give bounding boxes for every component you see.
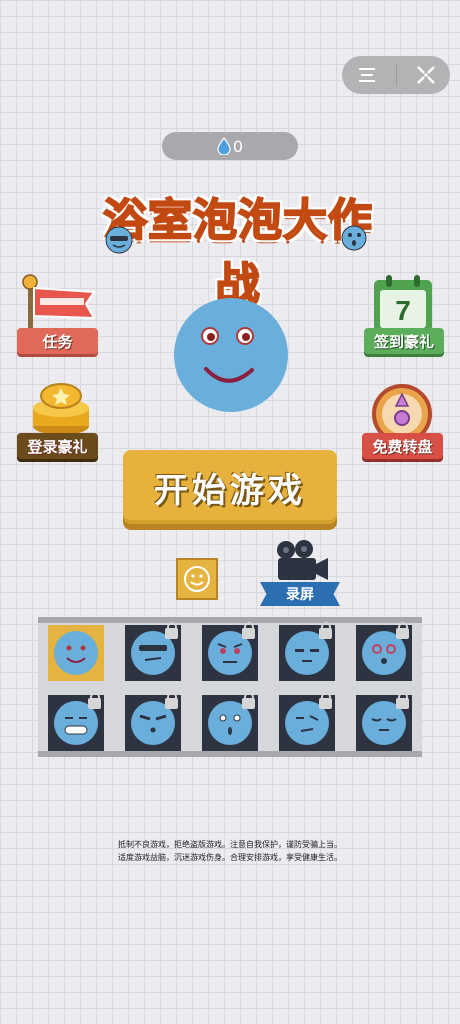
skin-slot[interactable] <box>202 622 258 681</box>
lock-icon <box>88 692 101 709</box>
calendar-icon: 7 <box>374 275 432 332</box>
health-notice-line: 适度游戏益脑，沉迷游戏伤身。合理安排游戏，享受健康生活。 <box>118 853 342 862</box>
lock-icon <box>165 622 178 639</box>
title-mascot-left <box>105 226 133 254</box>
skin-slot[interactable] <box>356 622 412 681</box>
skin-face-icon <box>54 631 98 675</box>
skin-slot[interactable] <box>279 622 335 681</box>
expression-button[interactable] <box>176 558 218 600</box>
skin-slot[interactable] <box>125 692 181 751</box>
lock-icon <box>165 692 178 709</box>
lock-icon <box>242 622 255 639</box>
skin-slot[interactable] <box>48 625 104 681</box>
record-label: 录屏 <box>260 582 340 606</box>
skin-slot[interactable] <box>279 692 335 751</box>
skin-slot[interactable] <box>125 622 181 681</box>
water-count: 0 <box>232 136 244 156</box>
login-gift-label: 登录豪礼 <box>17 433 98 459</box>
checkin-gift-label: 签到豪礼 <box>364 328 444 354</box>
start-game-button[interactable]: 开始游戏 <box>123 450 337 524</box>
calendar-day: 7 <box>395 295 411 326</box>
title-mascot-right <box>341 225 367 251</box>
water-counter: 0 <box>162 132 298 160</box>
lock-icon <box>396 692 409 709</box>
water-drop-icon <box>217 137 231 155</box>
video-camera-icon <box>277 540 328 580</box>
lock-icon <box>396 622 409 639</box>
lock-icon <box>319 622 332 639</box>
free-wheel-label: 免费转盘 <box>362 433 443 459</box>
lock-icon <box>242 692 255 709</box>
mini-program-capsule <box>342 56 450 94</box>
smile-icon <box>184 566 210 592</box>
skin-panel <box>38 617 422 757</box>
task-label: 任务 <box>17 328 98 354</box>
wheel-icon <box>372 384 432 440</box>
skin-slot[interactable] <box>48 692 104 751</box>
flag-icon <box>22 274 96 332</box>
skin-slot[interactable] <box>356 692 412 751</box>
lock-icon <box>319 692 332 709</box>
menu-icon[interactable] <box>347 56 387 94</box>
close-target-icon[interactable] <box>406 56 446 94</box>
health-notice: 抵制不良游戏，拒绝盗版游戏。注意自我保护，谨防受骗上当。 适度游戏益脑，沉迷游戏… <box>0 838 460 864</box>
skin-slot[interactable] <box>202 692 258 751</box>
health-notice-line: 抵制不良游戏，拒绝盗版游戏。注意自我保护，谨防受骗上当。 <box>118 840 342 849</box>
player-face <box>174 298 288 412</box>
gold-coins-icon <box>33 383 89 435</box>
capsule-divider <box>395 64 397 86</box>
